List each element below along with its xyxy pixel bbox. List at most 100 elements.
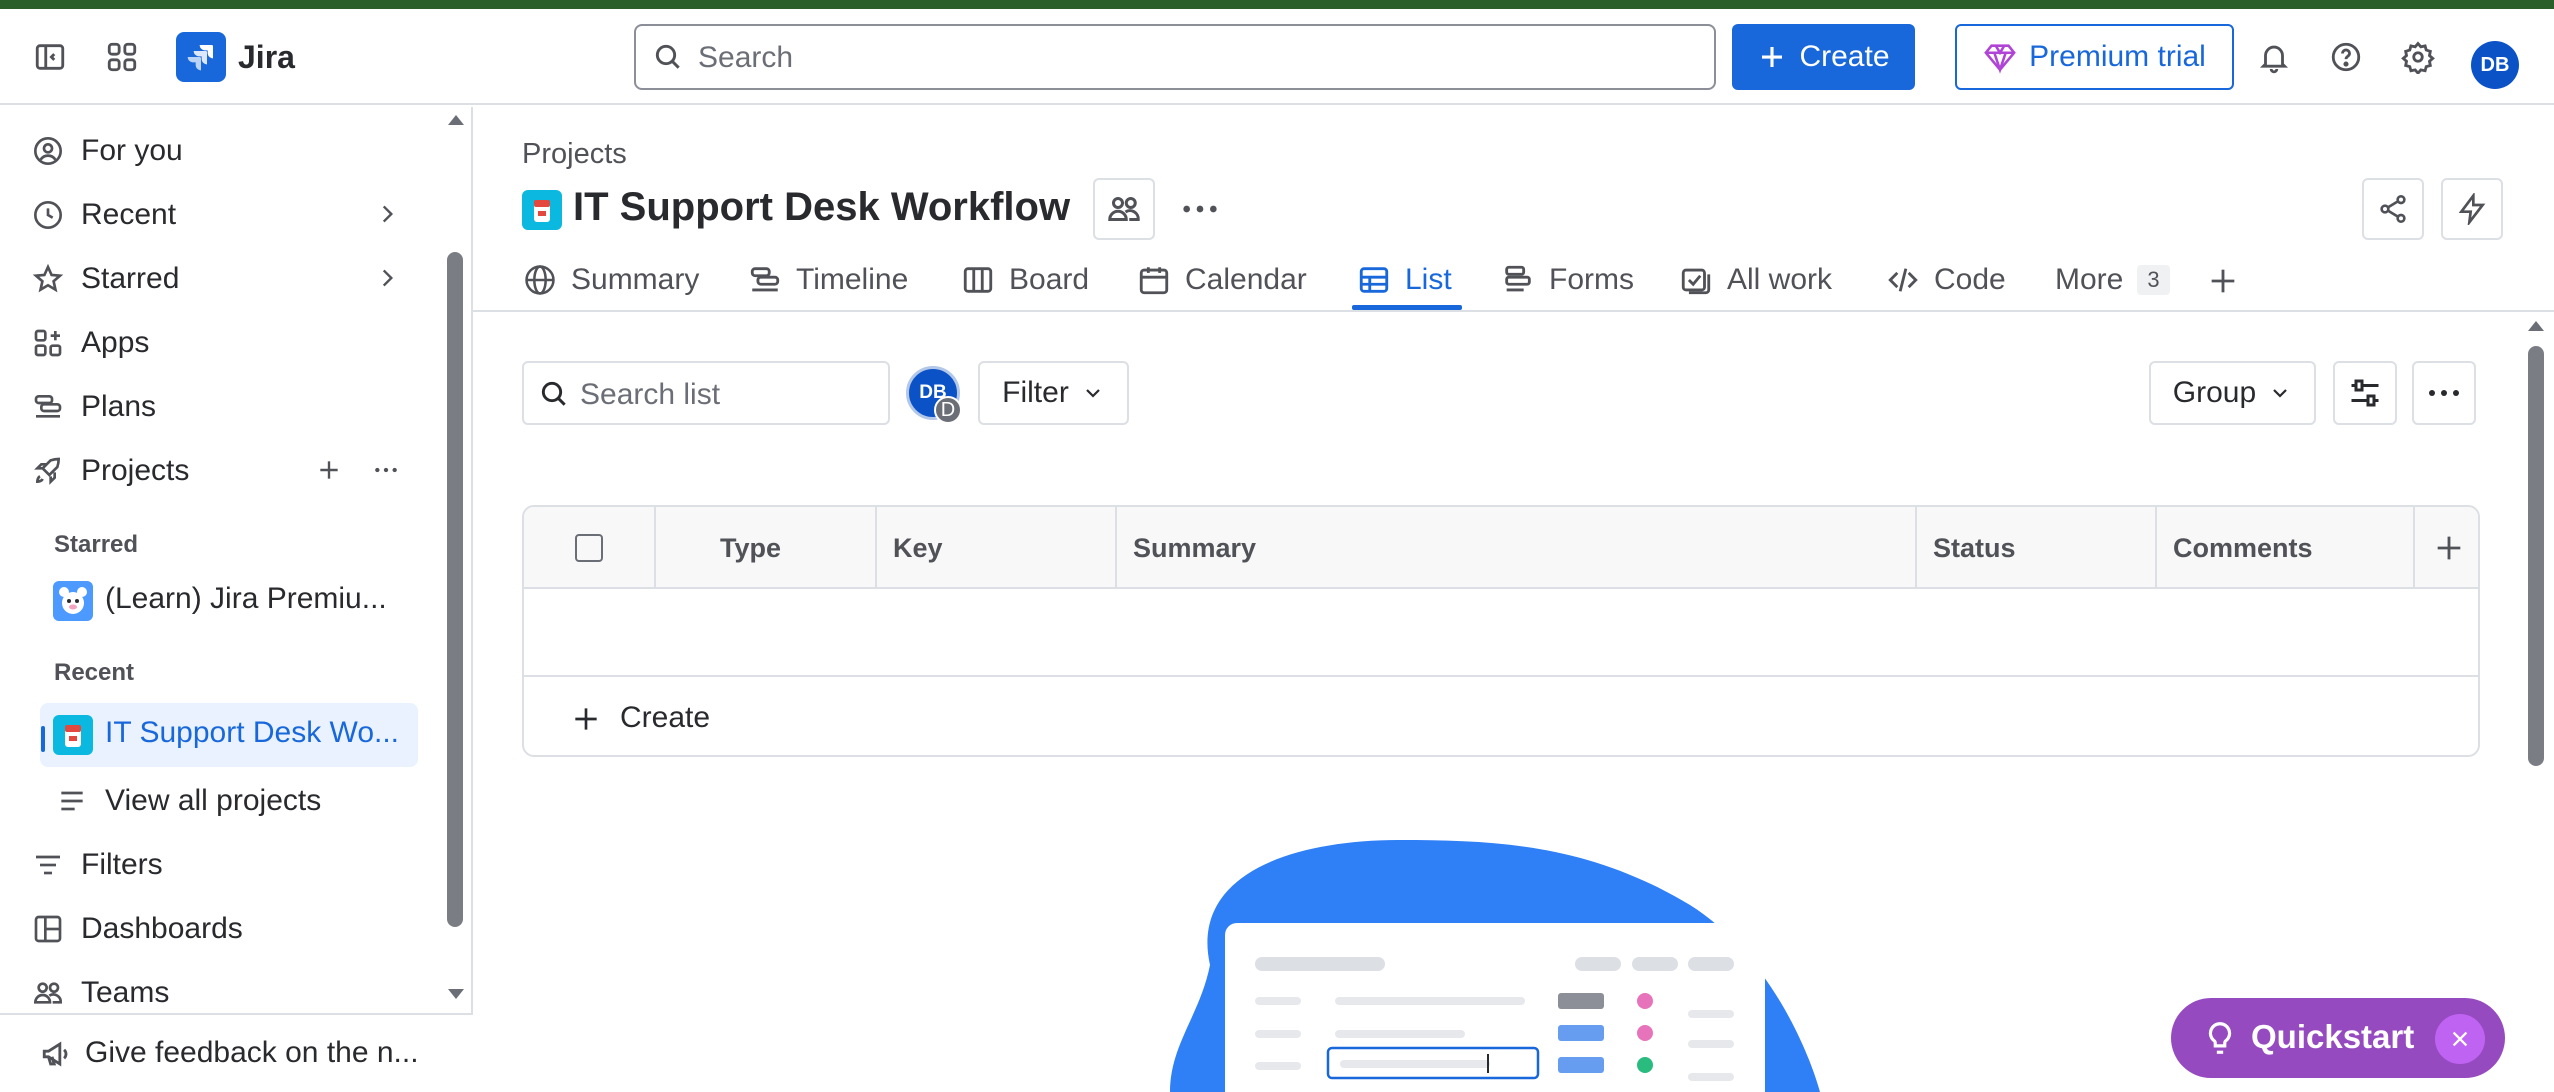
clock-icon — [34, 201, 62, 229]
tab-summary[interactable]: Summary — [523, 248, 699, 312]
tab-code[interactable]: Code — [1886, 248, 2006, 312]
plus-icon — [575, 708, 597, 730]
column-header-summary[interactable]: Summary — [1117, 507, 1917, 589]
sidebar-view-all-projects[interactable]: View all projects — [22, 771, 471, 829]
star-icon — [32, 263, 64, 293]
project-more-icon[interactable] — [1180, 194, 1220, 224]
settings-gear-icon[interactable] — [2392, 31, 2444, 83]
chevron-down-icon — [2273, 389, 2287, 398]
tab-more[interactable]: More 3 — [2055, 248, 2170, 312]
timeline-icon — [750, 267, 780, 292]
content-scroll-up-icon[interactable] — [2526, 318, 2546, 334]
sidebar-item-for-you[interactable]: For you — [0, 121, 450, 179]
view-settings-button[interactable] — [2333, 361, 2397, 425]
diamond-icon — [1984, 44, 2016, 74]
quickstart-close-button[interactable] — [2435, 1014, 2485, 1064]
group-button[interactable]: Group — [2149, 361, 2316, 425]
tab-forms[interactable]: Forms — [1501, 248, 1634, 312]
scroll-up-arrow-icon[interactable] — [446, 112, 466, 128]
board-icon — [963, 267, 993, 293]
content-scrollbar[interactable] — [2528, 346, 2544, 766]
column-header-comments[interactable]: Comments — [2157, 507, 2415, 589]
code-icon — [1888, 268, 1918, 292]
sidebar-item-label: View all projects — [105, 784, 322, 817]
close-icon — [2452, 1031, 2468, 1047]
breadcrumb-projects[interactable]: Projects — [522, 138, 627, 171]
work-items-table: Type Key Summary Status Comments Create — [522, 505, 2480, 757]
premium-trial-button[interactable]: Premium trial — [1955, 24, 2234, 90]
sidebar-item-projects[interactable]: Projects — [0, 441, 450, 499]
add-column-button[interactable] — [2415, 507, 2478, 589]
feedback-label: Give feedback on the n... — [85, 1036, 419, 1069]
sidebar-item-starred[interactable]: Starred — [0, 249, 450, 307]
sidebar-item-dashboards[interactable]: Dashboards — [0, 899, 450, 957]
tab-timeline[interactable]: Timeline — [748, 248, 908, 312]
sidebar-item-label: Starred — [81, 262, 180, 295]
select-all-cell — [524, 507, 656, 589]
automation-button[interactable] — [2441, 178, 2503, 240]
column-header-type[interactable]: Type — [656, 507, 877, 589]
page-title: IT Support Desk Workflow — [573, 185, 1071, 229]
search-icon — [541, 381, 566, 406]
inline-create-row[interactable]: Create — [524, 679, 2478, 755]
sidebar-starred-project[interactable]: (Learn) Jira Premiu... — [0, 569, 450, 627]
add-tab-plus-icon[interactable] — [2206, 264, 2240, 298]
help-icon[interactable] — [2320, 31, 2372, 83]
list-more-actions-button[interactable] — [2412, 361, 2476, 425]
share-button[interactable] — [2362, 178, 2424, 240]
select-all-checkbox[interactable] — [575, 534, 603, 562]
app-name[interactable]: Jira — [238, 39, 295, 76]
rocket-icon — [34, 457, 61, 485]
sidebar-toggle-icon[interactable] — [24, 31, 76, 83]
tab-calendar[interactable]: Calendar — [1137, 248, 1307, 312]
tab-all-work[interactable]: All work — [1679, 248, 1832, 312]
tab-label: Forms — [1549, 263, 1634, 296]
tab-board[interactable]: Board — [961, 248, 1089, 312]
add-project-plus-icon[interactable] — [316, 457, 342, 483]
give-feedback-link[interactable]: Give feedback on the n... — [0, 1013, 473, 1092]
filter-button[interactable]: Filter — [978, 361, 1129, 425]
empty-table-row — [524, 591, 2478, 677]
apps-icon — [34, 329, 62, 357]
search-placeholder: Search — [698, 41, 794, 74]
chevron-right-icon[interactable] — [374, 201, 400, 227]
people-icon — [1108, 197, 1140, 221]
notifications-bell-icon[interactable] — [2248, 31, 2300, 83]
tab-label: Code — [1934, 263, 2006, 296]
quickstart-button[interactable]: Quickstart — [2171, 998, 2505, 1078]
projects-more-icon[interactable] — [372, 457, 400, 483]
sidebar-item-plans[interactable]: Plans — [0, 377, 450, 435]
calendar-icon — [1139, 267, 1169, 295]
scroll-down-arrow-icon[interactable] — [446, 986, 466, 1002]
tab-label: Board — [1009, 263, 1090, 296]
assignee-filter-badge: D — [934, 396, 962, 424]
teams-icon — [33, 982, 62, 1004]
app-switcher-icon[interactable] — [96, 31, 148, 83]
sidebar-item-recent[interactable]: Recent — [0, 185, 450, 243]
sidebar-recent-project-active[interactable]: IT Support Desk Wo... — [40, 703, 418, 767]
more-horizontal-icon — [2429, 390, 2459, 396]
tab-list[interactable]: List — [1357, 248, 1452, 312]
user-circle-icon — [34, 137, 62, 165]
search-icon — [655, 44, 680, 69]
chevron-right-icon[interactable] — [374, 265, 400, 291]
quickstart-label: Quickstart — [2251, 1018, 2415, 1055]
more-count-badge: 3 — [2137, 265, 2170, 295]
tab-label: Calendar — [1185, 263, 1307, 296]
column-header-status[interactable]: Status — [1917, 507, 2157, 589]
global-search-input[interactable]: Search — [634, 24, 1716, 90]
user-avatar[interactable]: DB — [2471, 41, 2519, 89]
project-people-button[interactable] — [1093, 178, 1155, 240]
sidebar-item-label: Projects — [81, 454, 190, 487]
sidebar-scrollbar[interactable] — [447, 252, 463, 927]
chevron-down-icon — [1086, 389, 1100, 398]
jira-logo-icon[interactable] — [176, 32, 226, 82]
list-search-input[interactable]: Search list — [522, 361, 890, 425]
sidebar-item-apps[interactable]: Apps — [0, 313, 450, 371]
sidebar-item-label: (Learn) Jira Premiu... — [105, 582, 387, 615]
sidebar-item-filters[interactable]: Filters — [0, 835, 450, 893]
tab-label: Timeline — [796, 263, 909, 296]
lightning-icon — [2458, 193, 2486, 225]
column-header-key[interactable]: Key — [877, 507, 1117, 589]
create-button[interactable]: Create — [1732, 24, 1915, 90]
